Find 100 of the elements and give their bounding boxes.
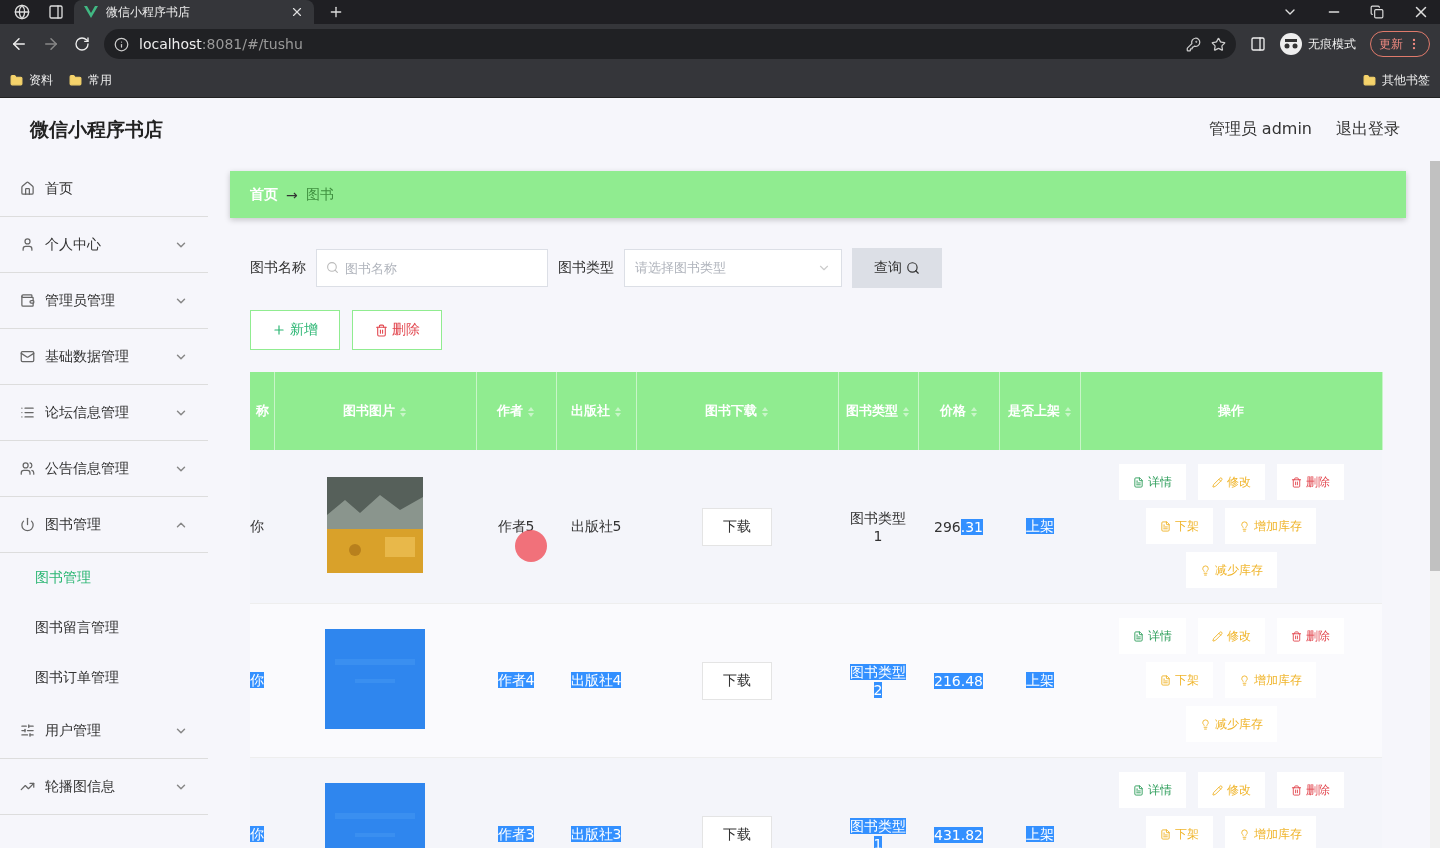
action-button[interactable]: 删除	[1276, 464, 1344, 500]
table-cell: 出版社3	[570, 825, 622, 844]
search-icon	[326, 261, 339, 274]
home-icon	[20, 181, 35, 196]
wallet-icon	[20, 293, 35, 308]
sidebar-item[interactable]: 图书管理	[0, 497, 208, 553]
address-bar[interactable]: localhost:8081/#/tushu	[104, 29, 1236, 59]
action-button[interactable]: 下架	[1146, 662, 1213, 698]
power-icon	[20, 517, 35, 532]
search-field[interactable]: 图书名称	[316, 249, 548, 287]
lightbulb-icon	[1199, 718, 1211, 730]
action-button[interactable]: 减少库存	[1185, 552, 1277, 588]
download-button[interactable]: 下载	[702, 661, 772, 700]
bookmark[interactable]: 其他书签	[1363, 72, 1430, 89]
v-logo-icon	[84, 5, 98, 19]
search-icon	[906, 261, 920, 275]
sidebar-item[interactable]: 管理员管理	[0, 273, 208, 329]
table-cell-text: 图书类型1	[849, 509, 907, 544]
action-button[interactable]: 减少库存	[1185, 706, 1277, 742]
delete-button[interactable]: 删除	[352, 310, 442, 350]
logout-link[interactable]: 退出登录	[1336, 119, 1400, 140]
tab-title: 微信小程序书店	[106, 3, 191, 21]
add-button[interactable]: 新增	[250, 310, 340, 350]
field-label: 图书名称	[250, 259, 306, 277]
table-cell: 你	[250, 671, 264, 690]
submenu-item[interactable]: 图书订单管理	[0, 653, 208, 703]
sidebar-item[interactable]: 基础数据管理	[0, 329, 208, 385]
sidebar-item[interactable]: 公告信息管理	[0, 441, 208, 497]
lightbulb-icon	[1239, 674, 1250, 686]
document-icon	[1132, 784, 1144, 796]
lightbulb-icon	[1239, 520, 1250, 532]
sidebar-item[interactable]: 首页	[0, 161, 208, 217]
document-icon	[1132, 476, 1144, 488]
folder-icon	[1363, 74, 1376, 87]
status-tag: 上架	[1025, 825, 1054, 844]
lightbulb-icon	[1199, 564, 1211, 576]
table-cell: 431.82	[934, 826, 983, 843]
user-icon	[20, 237, 35, 252]
bookmark[interactable]: 资料	[10, 72, 53, 89]
submenu-item[interactable]: 图书管理	[0, 553, 208, 603]
document-icon	[1160, 674, 1171, 686]
action-button[interactable]: 修改	[1197, 464, 1265, 500]
trash-icon	[1290, 784, 1302, 796]
table-cell-text: 图书类型2	[849, 663, 907, 698]
trash-icon	[1290, 476, 1302, 488]
action-button[interactable]: 修改	[1197, 772, 1265, 808]
table-cell: 296.31	[934, 518, 983, 535]
action-button[interactable]: 下架	[1146, 816, 1213, 848]
sidebar-item[interactable]: 个人中心	[0, 217, 208, 273]
folder-icon	[69, 74, 82, 87]
restore-icon[interactable]	[1370, 5, 1384, 19]
pencil-icon	[1211, 476, 1223, 488]
action-button[interactable]: 修改	[1197, 618, 1265, 654]
lightbulb-icon	[1239, 828, 1250, 840]
breadcrumb-separator: →	[286, 186, 298, 203]
action-button[interactable]: 增加库存	[1225, 662, 1316, 698]
list-icon	[20, 405, 35, 420]
pencil-icon	[1211, 630, 1223, 642]
info-icon[interactable]	[114, 36, 129, 52]
key-icon[interactable]	[1186, 36, 1201, 52]
star-icon[interactable]	[1211, 36, 1226, 52]
query-button[interactable]: 查询	[852, 248, 942, 288]
window-icon[interactable]	[48, 4, 64, 20]
sidebar-item[interactable]: 用户管理	[0, 703, 208, 759]
table-cell: 你	[250, 517, 264, 536]
action-button[interactable]: 增加库存	[1225, 508, 1316, 544]
close-icon[interactable]	[290, 5, 304, 19]
reload-icon[interactable]	[74, 36, 90, 52]
action-button[interactable]: 删除	[1276, 772, 1344, 808]
back-icon[interactable]	[10, 35, 28, 53]
bookmark[interactable]: 常用	[69, 72, 112, 89]
sidebar-item[interactable]: 轮播图信息	[0, 759, 208, 815]
field-label: 图书类型	[558, 259, 614, 277]
action-button[interactable]: 详情	[1118, 464, 1186, 500]
forward-icon[interactable]	[42, 35, 60, 53]
document-icon	[1132, 630, 1144, 642]
action-button[interactable]: 删除	[1276, 618, 1344, 654]
users-icon	[20, 461, 35, 476]
incognito-label: 无痕模式	[1308, 35, 1356, 53]
browser-tab[interactable]: 微信小程序书店	[74, 0, 314, 24]
download-button[interactable]: 下载	[702, 815, 772, 848]
plus-icon	[272, 323, 286, 337]
table-cell: 作者5	[497, 517, 535, 536]
type-select[interactable]: 请选择图书类型	[624, 249, 842, 287]
side-panel-icon[interactable]	[1250, 36, 1266, 52]
submenu-item[interactable]: 图书留言管理	[0, 603, 208, 653]
action-button[interactable]: 增加库存	[1225, 816, 1316, 848]
download-button[interactable]: 下载	[702, 507, 772, 546]
incognito-icon[interactable]	[1280, 33, 1302, 55]
document-icon	[1160, 520, 1171, 532]
status-tag: 上架	[1025, 517, 1054, 536]
table-cell: 你	[250, 825, 264, 844]
scrollbar[interactable]	[1430, 161, 1440, 848]
new-tab-icon[interactable]	[328, 4, 344, 20]
app-title: 微信小程序书店	[30, 116, 164, 142]
action-button[interactable]: 详情	[1118, 618, 1186, 654]
action-button[interactable]: 详情	[1118, 772, 1186, 808]
action-button[interactable]: 下架	[1146, 508, 1213, 544]
globe-icon[interactable]	[14, 4, 30, 20]
sidebar-item[interactable]: 论坛信息管理	[0, 385, 208, 441]
